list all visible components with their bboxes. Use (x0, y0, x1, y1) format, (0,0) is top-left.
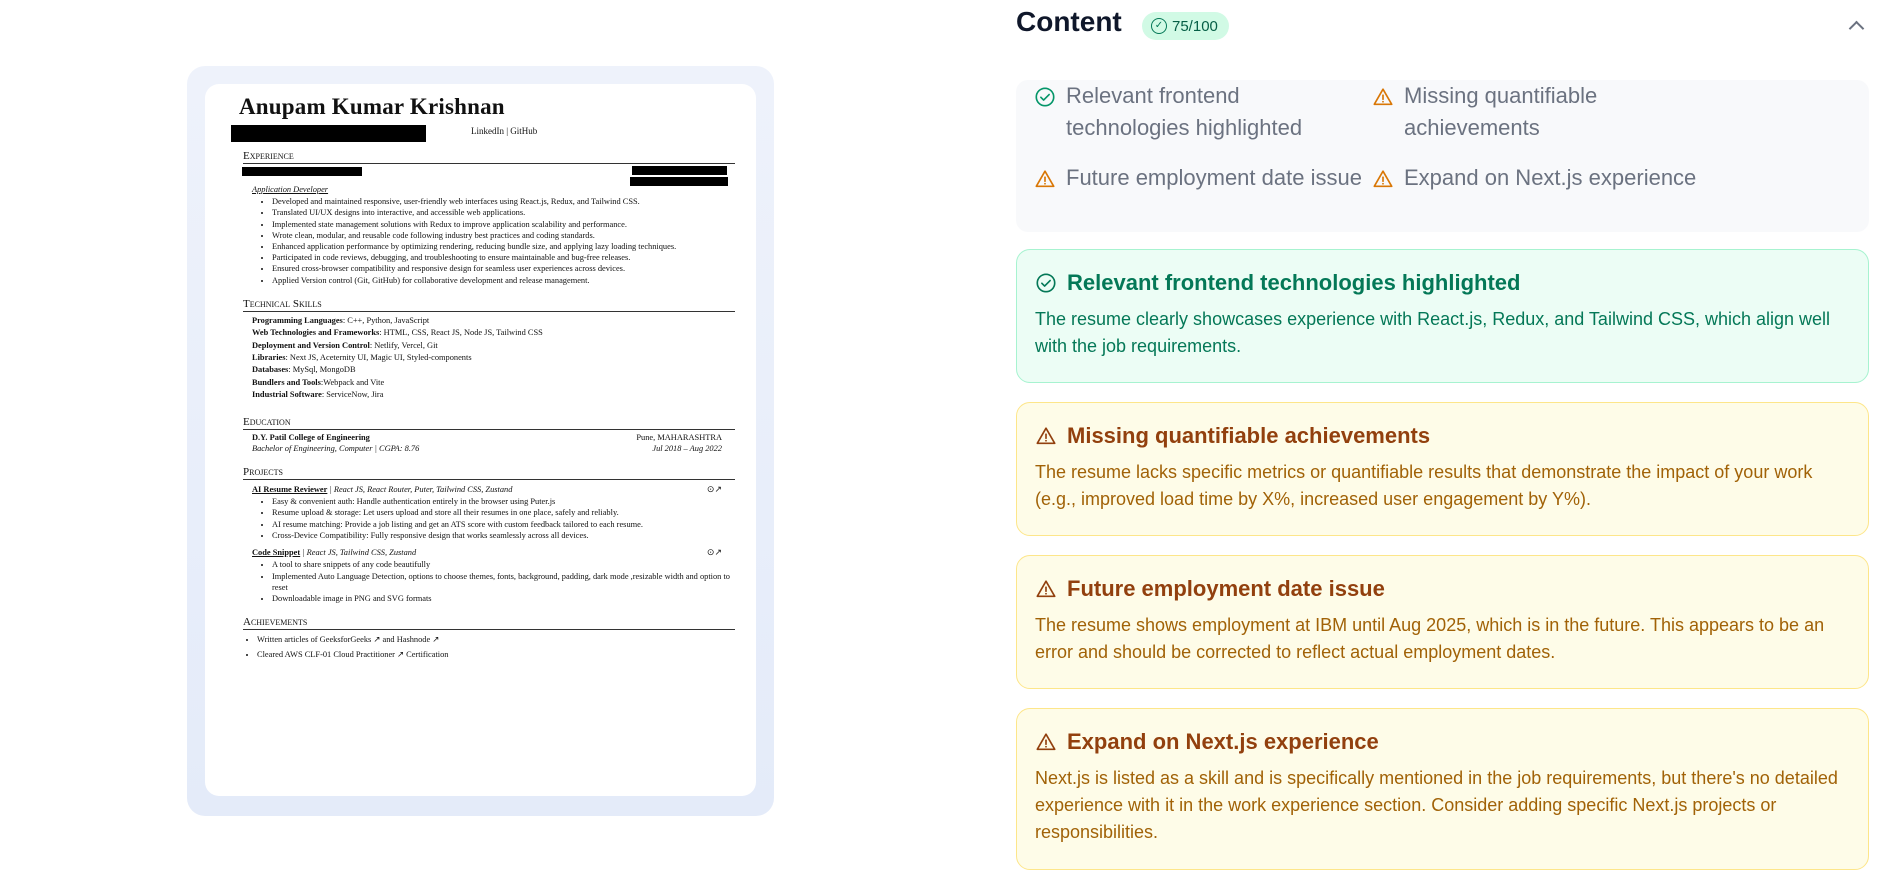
resume-preview-image[interactable]: Anupam Kumar Krishnan LinkedIn | GitHub … (205, 84, 756, 796)
list-item: Implemented state management solutions w… (272, 219, 735, 230)
list-item: Cleared AWS CLF-01 Cloud Practitioner ↗ … (257, 649, 735, 660)
panel-header[interactable]: Content ✓ 75/100 (1016, 0, 1869, 52)
check-circle-icon (1035, 87, 1055, 107)
section-title: Content (1016, 6, 1122, 37)
resume-contact: LinkedIn | GitHub (225, 122, 735, 142)
list-item: Downloadable image in PNG and SVG format… (272, 593, 735, 604)
content-feedback-panel: Content ✓ 75/100 Relevant frontend techn… (1016, 0, 1869, 870)
check-circle-icon (1036, 273, 1056, 293)
warning-triangle-icon (1373, 88, 1393, 106)
check-circle-icon: ✓ (1151, 18, 1167, 34)
resume-skills: Programming Languages: C++, Python, Java… (252, 315, 735, 402)
skill-row: Databases: MySql, MongoDB (252, 365, 356, 375)
warning-triangle-icon (1035, 170, 1055, 188)
skill-row: Deployment and Version Control: Netlify,… (252, 340, 438, 350)
score-badge: ✓ 75/100 (1142, 12, 1229, 40)
skill-row: Web Technologies and Frameworks: HTML, C… (252, 328, 543, 338)
feedback-card-warning: Missing quantifiable achievements The re… (1016, 402, 1869, 536)
feedback-card-warning: Expand on Next.js experience Next.js is … (1016, 708, 1869, 870)
redacted-block (242, 167, 362, 176)
summary-item: Expand on Next.js experience (1372, 162, 1732, 194)
resume-experience-list: Developed and maintained responsive, use… (272, 196, 735, 286)
card-text: Next.js is listed as a skill and is spec… (1035, 768, 1838, 842)
chevron-up-icon[interactable] (1843, 12, 1869, 38)
resume-section-achievements: Achievements (243, 616, 735, 631)
redacted-block (632, 166, 727, 175)
warning-triangle-icon (1036, 580, 1056, 598)
warning-triangle-icon (1373, 170, 1393, 188)
resume-education: D.Y. Patil College of Engineering Pune, M… (252, 432, 722, 453)
resume-document: Anupam Kumar Krishnan LinkedIn | GitHub … (225, 94, 735, 661)
list-item: Translated UI/UX designs into interactiv… (272, 207, 735, 218)
list-item: A tool to share snippets of any code bea… (272, 559, 735, 570)
feedback-card-good: Relevant frontend technologies highlight… (1016, 249, 1869, 383)
resume-section-experience: Experience (243, 150, 735, 164)
summary-item: Future employment date issue (1034, 162, 1364, 194)
list-item: Ensured cross-browser compatibility and … (272, 263, 735, 274)
list-item: Applied Version control (Git, GitHub) fo… (272, 275, 735, 286)
card-title: Missing quantifiable achievements (1067, 423, 1431, 448)
resume-section-projects: Projects (243, 466, 735, 481)
resume-contact-links: LinkedIn | GitHub (471, 126, 538, 136)
list-item: Wrote clean, modular, and reusable code … (272, 230, 735, 241)
skill-row: Industrial Software: ServiceNow, Jira (252, 390, 384, 400)
summary-box: Relevant frontend technologies highlight… (1016, 80, 1869, 232)
summary-item: Missing quantifiable achievements (1372, 80, 1672, 144)
card-text: The resume lacks specific metrics or qua… (1035, 462, 1813, 509)
score-value: 75/100 (1172, 17, 1218, 35)
list-item: Participated in code reviews, debugging,… (272, 252, 735, 263)
github-link-icon: ⊙↗ (706, 484, 722, 495)
redacted-block (231, 125, 426, 142)
skill-row: Programming Languages: C++, Python, Java… (252, 315, 430, 325)
warning-triangle-icon (1036, 733, 1056, 751)
card-title: Relevant frontend technologies highlight… (1067, 270, 1521, 295)
resume-name: Anupam Kumar Krishnan (239, 94, 505, 119)
list-item: Resume upload & storage: Let users uploa… (272, 507, 735, 518)
resume-section-skills: Technical Skills (243, 298, 735, 312)
list-item: Written articles of GeeksforGeeks ↗ and … (257, 634, 735, 645)
resume-preview-frame: Anupam Kumar Krishnan LinkedIn | GitHub … (187, 66, 774, 816)
resume-section-education: Education (243, 416, 735, 430)
redacted-block (630, 177, 728, 186)
summary-item: Relevant frontend technologies highlight… (1034, 80, 1364, 144)
card-title: Future employment date issue (1067, 576, 1385, 601)
list-item: Developed and maintained responsive, use… (272, 196, 735, 207)
list-item: Implemented Auto Language Detection, opt… (272, 571, 735, 593)
list-item: Easy & convenient auth: Handle authentic… (272, 496, 735, 507)
list-item: AI resume matching: Provide a job listin… (272, 519, 735, 530)
skill-row: Libraries: Next JS, Aceternity UI, Magic… (252, 353, 472, 363)
list-item: Enhanced application performance by opti… (272, 241, 735, 252)
warning-triangle-icon (1036, 427, 1056, 445)
resume-achievements: Written articles of GeeksforGeeks ↗ and … (243, 634, 735, 660)
github-link-icon: ⊙↗ (706, 547, 722, 558)
card-text: The resume shows employment at IBM until… (1035, 615, 1825, 662)
card-title: Expand on Next.js experience (1067, 729, 1379, 754)
list-item: Cross-Device Compatibility: Fully respon… (272, 530, 735, 541)
card-text: The resume clearly showcases experience … (1035, 309, 1831, 356)
feedback-card-warning: Future employment date issue The resume … (1016, 555, 1869, 689)
resume-projects: AI Resume Reviewer | React JS, React Rou… (252, 484, 735, 604)
skill-row: Bundlers and Tools:Webpack and Vite (252, 377, 385, 387)
